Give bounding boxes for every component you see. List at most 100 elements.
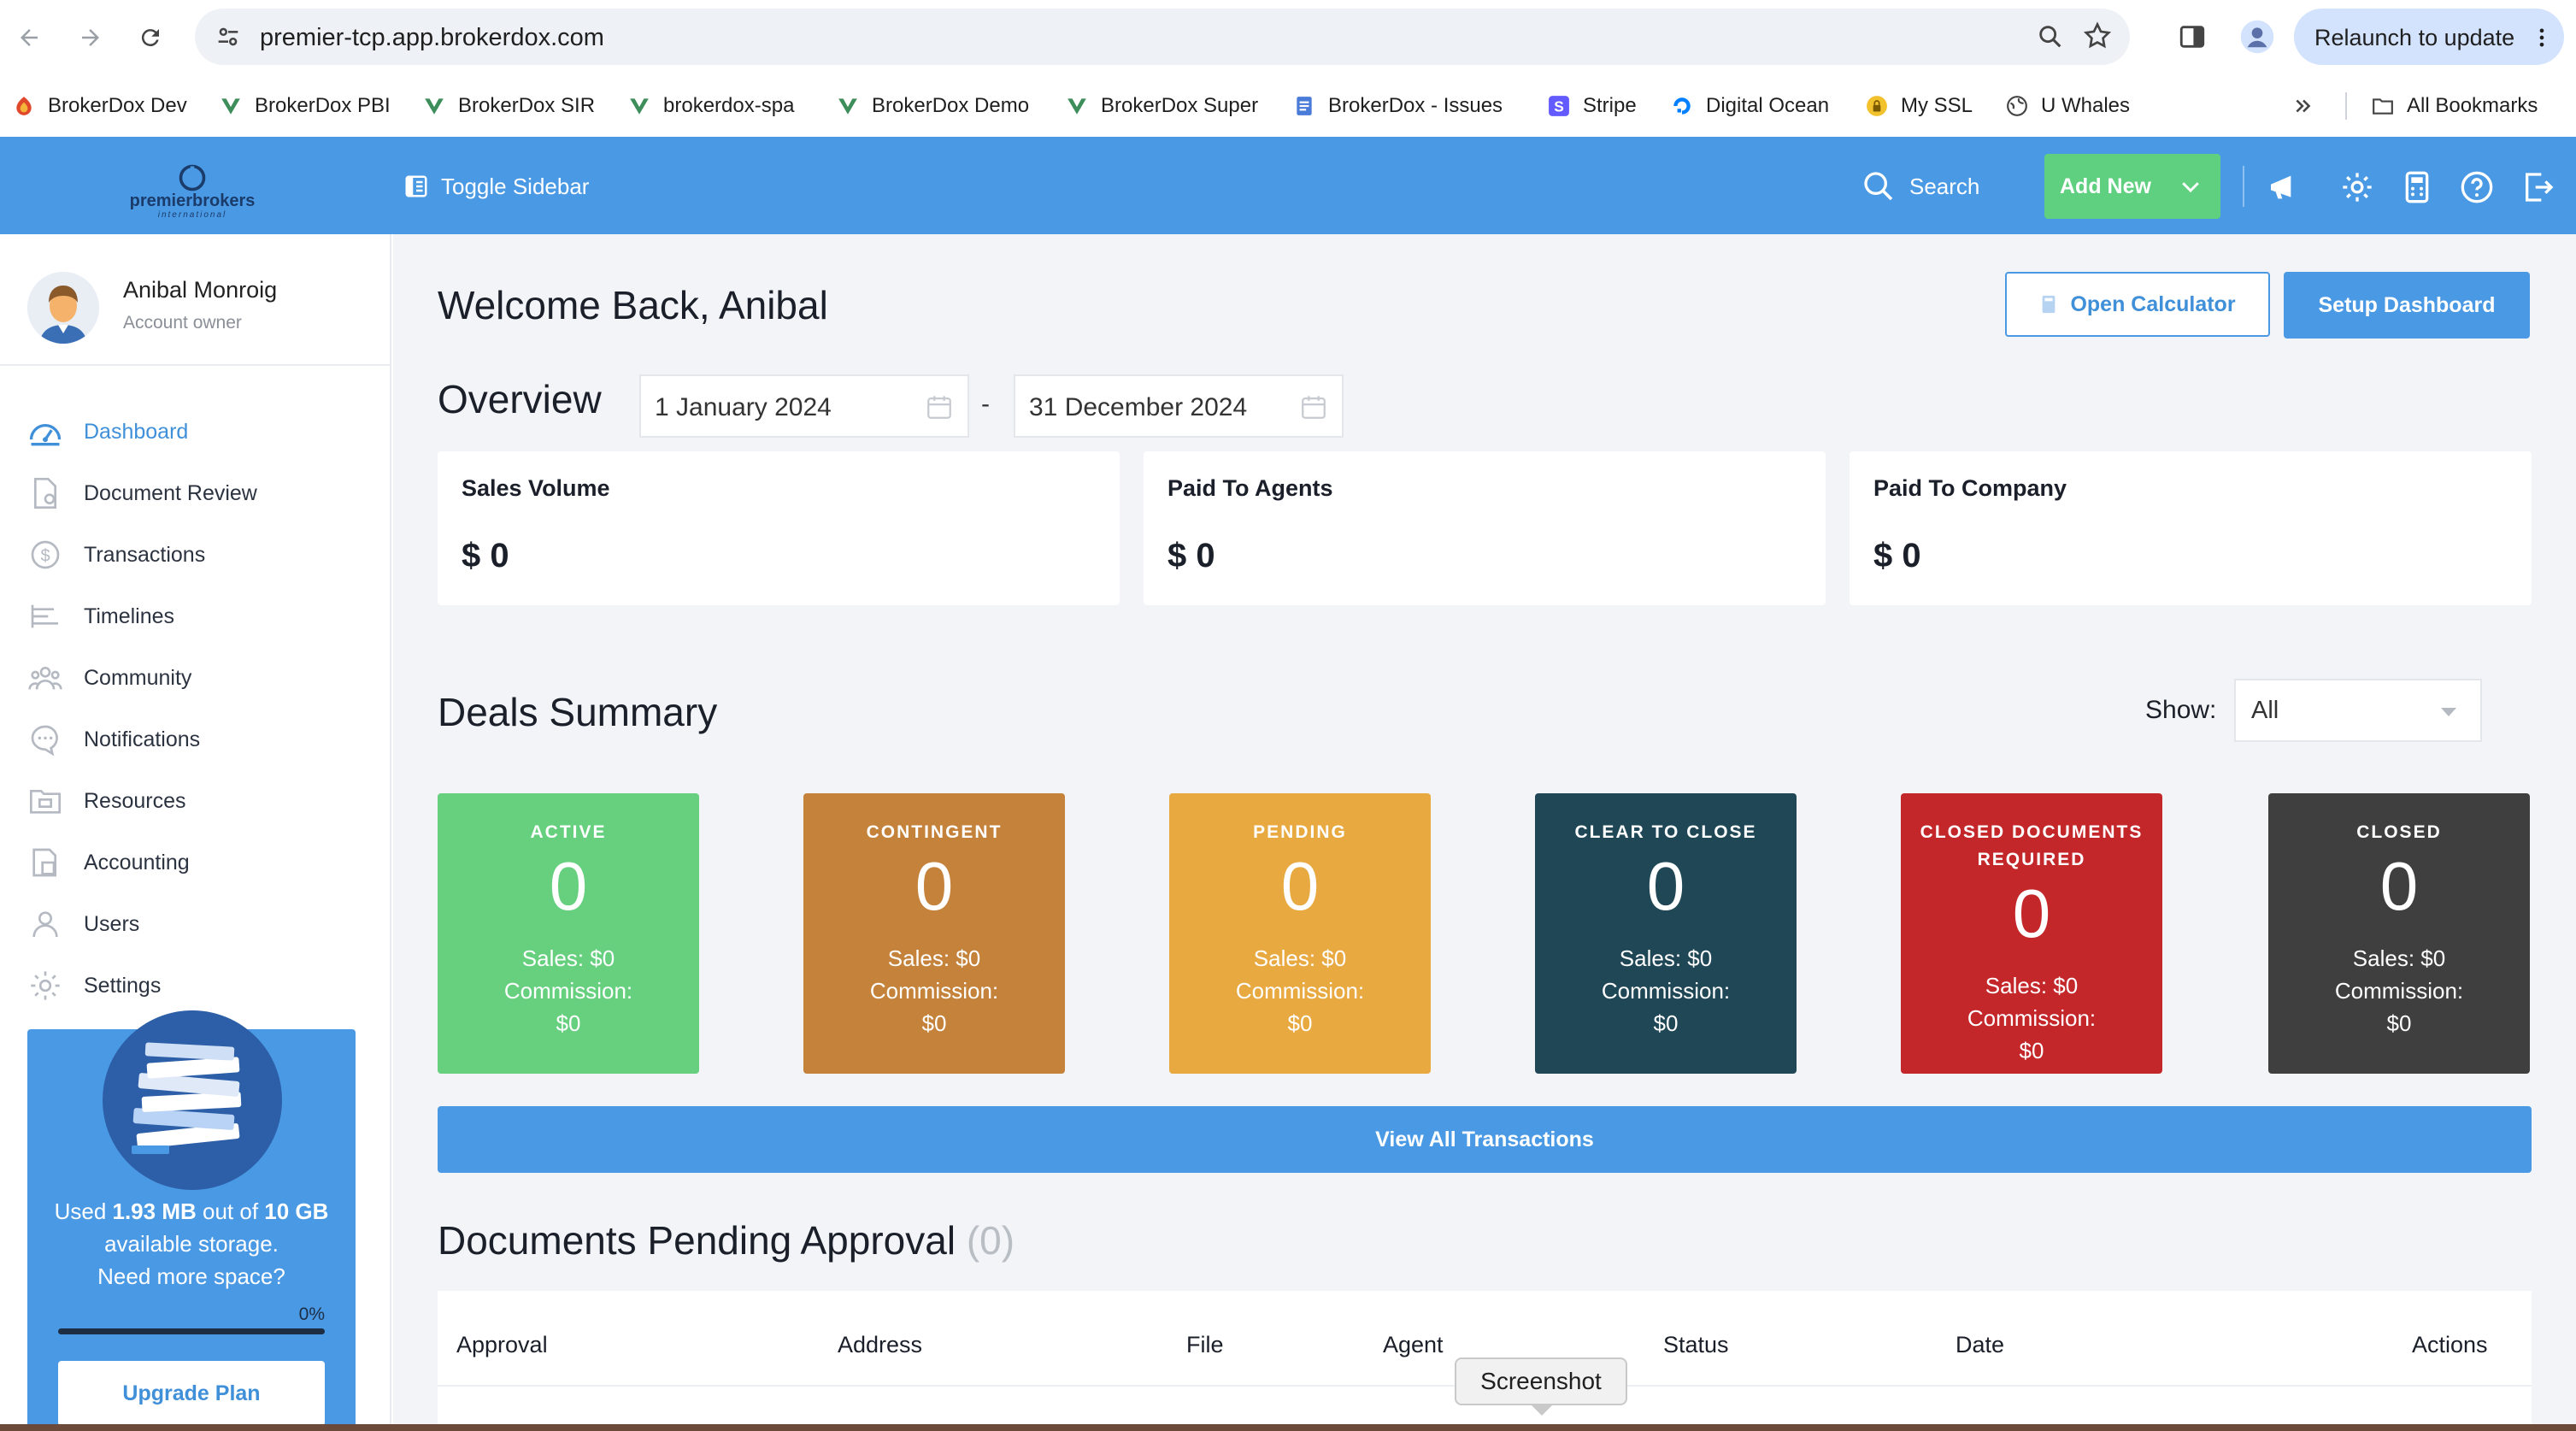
bookmark-digital-ocean[interactable]: Digital Ocean <box>1670 87 1829 125</box>
show-filter-select[interactable]: All <box>2234 679 2482 742</box>
sidebar-item-resources[interactable]: Resources <box>26 780 186 822</box>
deal-card-count: 0 <box>549 848 588 924</box>
bookmark-label: Digital Ocean <box>1706 94 1830 117</box>
announcement-button[interactable] <box>2265 168 2303 206</box>
megaphone-icon <box>2271 175 2291 199</box>
bottom-edge-strip <box>0 1424 2576 1431</box>
bookmark-brokerdox-super[interactable]: BrokerDox Super <box>1065 87 1258 125</box>
view-all-transactions-button[interactable]: View All Transactions <box>438 1106 2532 1173</box>
bookmark-brokerdox-dev[interactable]: BrokerDox Dev <box>12 87 187 125</box>
sidebar-item-notifications[interactable]: Notifications <box>26 718 200 761</box>
globe-icon <box>2005 94 2029 118</box>
column-header-date[interactable]: Date <box>1956 1332 2004 1358</box>
site-settings-icon[interactable] <box>214 22 243 51</box>
sidebar-item-settings[interactable]: Settings <box>26 964 161 1007</box>
all-bookmarks-button[interactable]: All Bookmarks <box>2371 87 2538 125</box>
deal-card-closed-documents-required[interactable]: CLOSED DOCUMENTS REQUIRED 0 Sales: $0 Co… <box>1901 793 2162 1074</box>
sidebar-item-dashboard[interactable]: Dashboard <box>26 410 188 453</box>
bookmark-brokerdox-sir[interactable]: BrokerDox SIR <box>422 87 595 125</box>
profile-avatar-icon[interactable] <box>2239 19 2275 55</box>
deal-card-pending[interactable]: PENDING 0 Sales: $0 Commission: $0 <box>1169 793 1431 1074</box>
side-panel-icon[interactable] <box>2178 22 2207 51</box>
avatar[interactable] <box>27 272 99 344</box>
column-header-actions[interactable]: Actions <box>2412 1332 2488 1358</box>
storage-out-of: out of <box>196 1198 265 1224</box>
toggle-sidebar-button[interactable]: Toggle Sidebar <box>403 169 589 203</box>
bookmark-stripe[interactable]: S Stripe <box>1547 87 1637 125</box>
search-button[interactable]: Search <box>1861 169 1979 203</box>
date-from-value: 1 January 2024 <box>655 393 832 421</box>
relaunch-button[interactable]: Relaunch to update <box>2294 9 2564 65</box>
svg-text:$: $ <box>40 547 50 566</box>
calculator-button[interactable] <box>2398 168 2436 206</box>
date-to-input[interactable]: 31 December 2024 <box>1014 374 1344 438</box>
sidebar-item-users[interactable]: Users <box>26 903 139 945</box>
sidebar-item-timelines[interactable]: Timelines <box>26 595 174 638</box>
show-filter-label: Show: <box>2145 696 2217 724</box>
zoom-icon[interactable] <box>2036 22 2065 51</box>
back-button[interactable] <box>9 17 50 58</box>
bookmark-brokerdox-pbi[interactable]: BrokerDox PBI <box>219 87 391 125</box>
deal-card-count: 0 <box>915 848 954 924</box>
column-header-approval[interactable]: Approval <box>456 1332 548 1358</box>
calendar-icon[interactable] <box>925 392 954 422</box>
bookmark-brokerdox-demo[interactable]: BrokerDox Demo <box>836 87 1029 125</box>
add-new-label: Add New <box>2060 174 2151 198</box>
deal-card-sales: Sales: $0 <box>521 945 615 971</box>
back-arrow-icon <box>21 29 38 46</box>
sidebar-item-transactions[interactable]: $ Transactions <box>26 533 205 576</box>
timeline-icon <box>26 597 65 636</box>
address-bar[interactable]: premier-tcp.app.brokerdox.com <box>195 9 2130 65</box>
avatar-illustration-icon <box>27 272 99 344</box>
bookmark-brokerdox-issues[interactable]: BrokerDox - Issues <box>1292 87 1503 125</box>
user-name: Anibal Monroig <box>123 277 278 303</box>
profile-divider <box>0 364 391 366</box>
deal-card-clear-to-close[interactable]: CLEAR TO CLOSE 0 Sales: $0 Commission: $… <box>1535 793 1797 1074</box>
sidebar-item-community[interactable]: Community <box>26 657 191 699</box>
more-bookmarks-button[interactable] <box>2292 87 2314 125</box>
books-illustration-icon <box>103 1010 282 1190</box>
upgrade-plan-button[interactable]: Upgrade Plan <box>58 1361 325 1426</box>
chevron-down-icon <box>2182 182 2199 193</box>
deal-card-commission-value: $0 <box>1653 1010 1679 1036</box>
brand-logo[interactable]: premierbrokers international <box>128 162 256 220</box>
sidebar-item-label: Resources <box>84 788 186 813</box>
sidebar-item-document-review[interactable]: Document Review <box>26 472 257 515</box>
column-header-status[interactable]: Status <box>1663 1332 1729 1358</box>
deal-card-active[interactable]: ACTIVE 0 Sales: $0 Commission: $0 <box>438 793 699 1074</box>
bookmark-label: BrokerDox Super <box>1101 94 1259 117</box>
stripe-icon: S <box>1547 94 1571 118</box>
bookmark-brokerdox-spa[interactable]: brokerdox-spa <box>627 87 794 125</box>
brokerdox-v-icon <box>627 94 651 118</box>
add-new-button[interactable]: Add New <box>2044 154 2220 219</box>
bookmarks-bar: BrokerDox Dev BrokerDox PBI BrokerDox SI… <box>0 75 2576 137</box>
date-from-input[interactable]: 1 January 2024 <box>639 374 969 438</box>
forward-button[interactable] <box>70 17 111 58</box>
bookmark-label: BrokerDox SIR <box>458 94 596 117</box>
deal-card-closed[interactable]: CLOSED 0 Sales: $0 Commission: $0 <box>2268 793 2530 1074</box>
column-header-address[interactable]: Address <box>838 1332 922 1358</box>
storage-suffix: available storage. <box>104 1231 279 1257</box>
deal-card-sales: Sales: $0 <box>2352 945 2446 971</box>
deal-card-contingent[interactable]: CONTINGENT 0 Sales: $0 Commission: $0 <box>803 793 1065 1074</box>
deal-card-count: 0 <box>1280 848 1320 924</box>
logout-button[interactable] <box>2520 168 2557 206</box>
url-text[interactable]: premier-tcp.app.brokerdox.com <box>260 24 604 52</box>
open-calculator-button[interactable]: Open Calculator <box>2005 272 2270 337</box>
reload-button[interactable] <box>130 17 171 58</box>
more-vert-icon <box>2530 24 2554 51</box>
calendar-icon[interactable] <box>1299 392 1328 422</box>
logo-text: premierbrokers <box>129 191 256 210</box>
bookmark-star-icon[interactable] <box>2082 21 2113 51</box>
setup-dashboard-button[interactable]: Setup Dashboard <box>2284 272 2530 339</box>
help-button[interactable] <box>2458 168 2496 206</box>
column-header-agent[interactable]: Agent <box>1383 1332 1444 1358</box>
bookmark-label: U Whales <box>2041 94 2131 117</box>
column-header-file[interactable]: File <box>1186 1332 1224 1358</box>
sidebar-item-accounting[interactable]: Accounting <box>26 841 190 884</box>
settings-button[interactable] <box>2338 168 2376 206</box>
screenshot-tooltip: Screenshot <box>1455 1357 1627 1405</box>
bookmark-u-whales[interactable]: U Whales <box>2005 87 2130 125</box>
deal-card-commission-label: Commission: <box>1967 1005 2097 1031</box>
bookmark-my-ssl[interactable]: My SSL <box>1865 87 1973 125</box>
